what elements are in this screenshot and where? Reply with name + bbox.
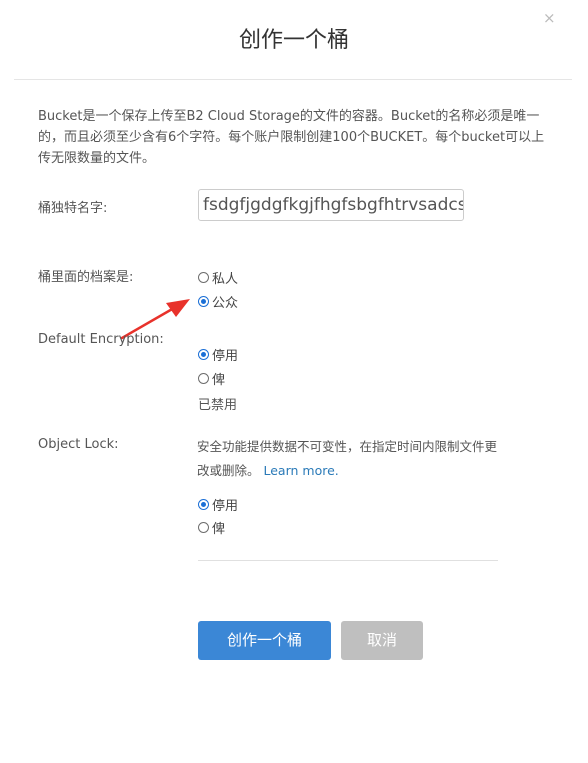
close-icon[interactable]: × xyxy=(543,10,556,26)
radio-encryption-enable-label: 俾 xyxy=(212,373,226,388)
bucket-name-input[interactable]: fsdgfjgdgfkgjfhgfsbgfhtrvsadcsdc xyxy=(198,189,464,221)
radio-encryption-disable-label: 停用 xyxy=(212,349,239,364)
radio-lock-enable-label: 俾 xyxy=(212,522,226,537)
radio-lock-disable[interactable] xyxy=(198,499,209,510)
radio-option-encryption-enable[interactable]: 俾 xyxy=(198,369,225,388)
cancel-button[interactable]: 取消 xyxy=(341,621,423,660)
radio-encryption-enable[interactable] xyxy=(198,373,209,384)
learn-more-link[interactable]: Learn more. xyxy=(264,463,339,478)
header-divider xyxy=(14,79,572,80)
radio-lock-disable-label: 停用 xyxy=(212,499,239,514)
radio-option-lock-disable[interactable]: 停用 xyxy=(198,495,238,514)
create-bucket-button[interactable]: 创作一个桶 xyxy=(198,621,331,660)
radio-private[interactable] xyxy=(198,272,209,283)
radio-option-encryption-disable[interactable]: 停用 xyxy=(198,345,238,364)
radio-private-label: 私人 xyxy=(212,272,239,287)
radio-option-private[interactable]: 私人 xyxy=(198,268,238,287)
intro-text: Bucket是一个保存上传至B2 Cloud Storage的文件的容器。Buc… xyxy=(38,109,545,166)
radio-lock-enable[interactable] xyxy=(198,522,209,533)
radio-public-label: 公众 xyxy=(212,296,239,311)
object-lock-description: 安全功能提供数据不可变性，在指定时间内限制文件更改或删除。 Learn more… xyxy=(197,435,497,483)
object-lock-label: Object Lock: xyxy=(38,437,119,452)
encryption-label: Default Encryption: xyxy=(38,332,164,347)
bucket-name-label: 桶独特名字: xyxy=(38,201,108,216)
visibility-label: 桶里面的档案是: xyxy=(38,270,134,285)
section-divider xyxy=(198,560,498,561)
radio-option-lock-enable[interactable]: 俾 xyxy=(198,518,225,537)
dialog-title: 创作一个桶 xyxy=(238,28,349,53)
object-lock-description-text: 安全功能提供数据不可变性，在指定时间内限制文件更改或删除。 xyxy=(197,439,498,478)
radio-encryption-disable[interactable] xyxy=(198,349,209,360)
radio-option-public[interactable]: 公众 xyxy=(198,292,238,311)
encryption-status: 已禁用 xyxy=(198,398,238,413)
